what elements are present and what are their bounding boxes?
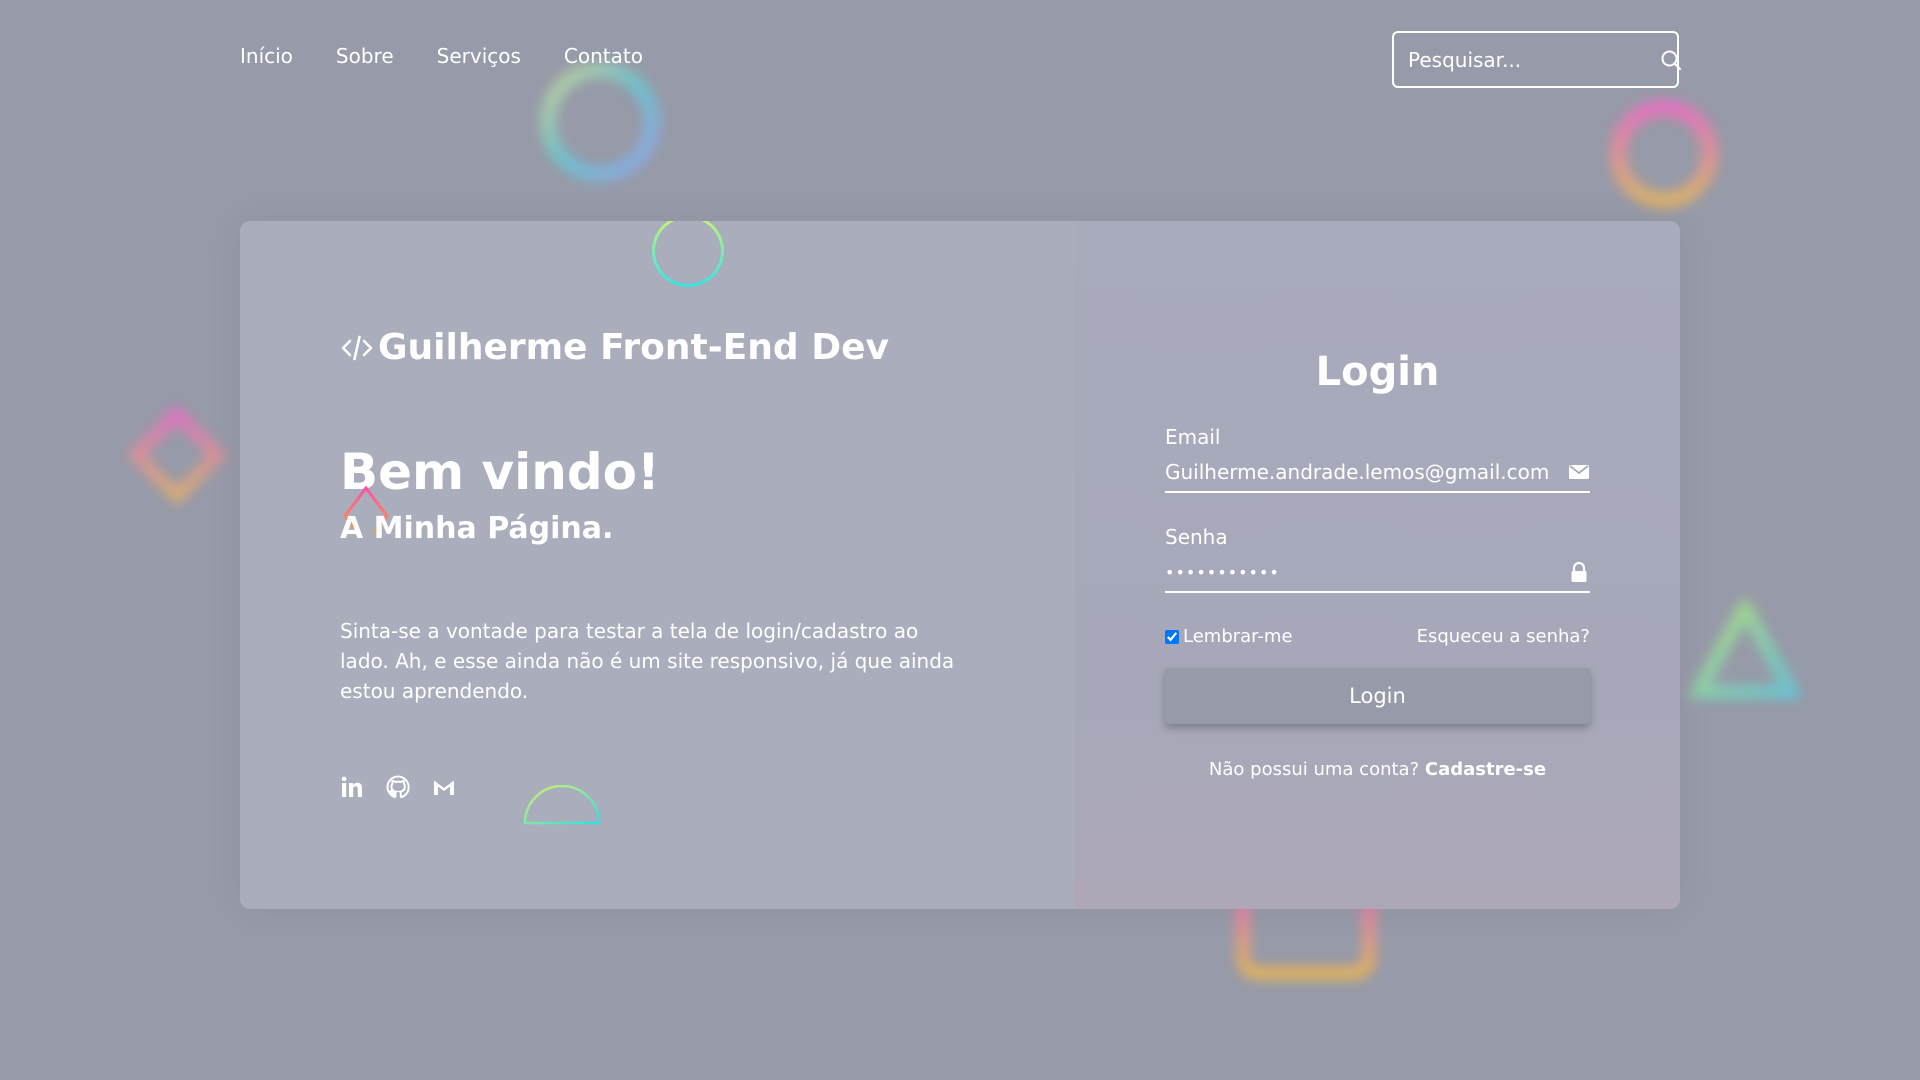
- password-field-wrapper: [1165, 553, 1590, 593]
- login-button[interactable]: Login: [1165, 668, 1590, 724]
- background-diamond-shape: [127, 405, 227, 505]
- github-icon[interactable]: [386, 775, 410, 799]
- login-panel: Login Email Senha Lembrar-me Esqueceu a …: [1075, 221, 1680, 909]
- email-field[interactable]: [1165, 460, 1560, 484]
- code-icon: [340, 331, 374, 365]
- social-links: [340, 775, 456, 799]
- brand-title: Guilherme Front-End Dev: [340, 327, 889, 368]
- background-ring-shape: [1610, 100, 1718, 208]
- lock-icon: [1568, 561, 1590, 583]
- signup-prompt: Não possui uma conta? Cadastre-se: [1075, 759, 1680, 780]
- signup-text: Não possui uma conta?: [1208, 759, 1420, 780]
- intro-panel: Guilherme Front-End Dev Bem vindo! A Min…: [240, 221, 1075, 909]
- signup-link[interactable]: Cadastre-se: [1425, 759, 1546, 780]
- page-subtitle: A Minha Página.: [340, 511, 614, 546]
- search-input[interactable]: [1406, 46, 1659, 73]
- nav-link-sobre[interactable]: Sobre: [336, 44, 394, 68]
- login-title: Login: [1315, 349, 1440, 395]
- remember-me[interactable]: Lembrar-me: [1165, 626, 1293, 647]
- intro-description: Sinta-se a vontade para testar a tela de…: [340, 619, 955, 703]
- email-field-wrapper: [1165, 453, 1590, 493]
- search-icon[interactable]: [1659, 48, 1683, 72]
- nav-link-inicio[interactable]: Início: [240, 44, 293, 68]
- linkedin-icon[interactable]: [340, 775, 364, 799]
- remember-row: Lembrar-me Esqueceu a senha?: [1165, 626, 1590, 647]
- background-ring-shape: [540, 62, 660, 182]
- nav-link-servicos[interactable]: Serviços: [437, 44, 521, 68]
- password-field[interactable]: [1165, 562, 1560, 582]
- brand-text: Guilherme Front-End Dev: [378, 327, 889, 368]
- email-label: Email: [1165, 425, 1221, 449]
- gmail-icon[interactable]: [432, 775, 456, 799]
- decorative-circle-shape: [652, 221, 724, 287]
- forgot-password-link[interactable]: Esqueceu a senha?: [1417, 626, 1590, 647]
- background-triangle-shape: [1690, 600, 1800, 699]
- search-box: [1392, 31, 1682, 88]
- decorative-half-circle-shape: [523, 785, 601, 825]
- main-nav: Início Sobre Serviços Contato: [240, 44, 643, 68]
- nav-link-contato[interactable]: Contato: [564, 44, 643, 68]
- remember-checkbox[interactable]: [1165, 629, 1179, 644]
- password-label: Senha: [1165, 525, 1228, 549]
- login-card: Guilherme Front-End Dev Bem vindo! A Min…: [240, 221, 1680, 909]
- remember-label: Lembrar-me: [1183, 626, 1293, 647]
- mail-icon: [1568, 461, 1590, 483]
